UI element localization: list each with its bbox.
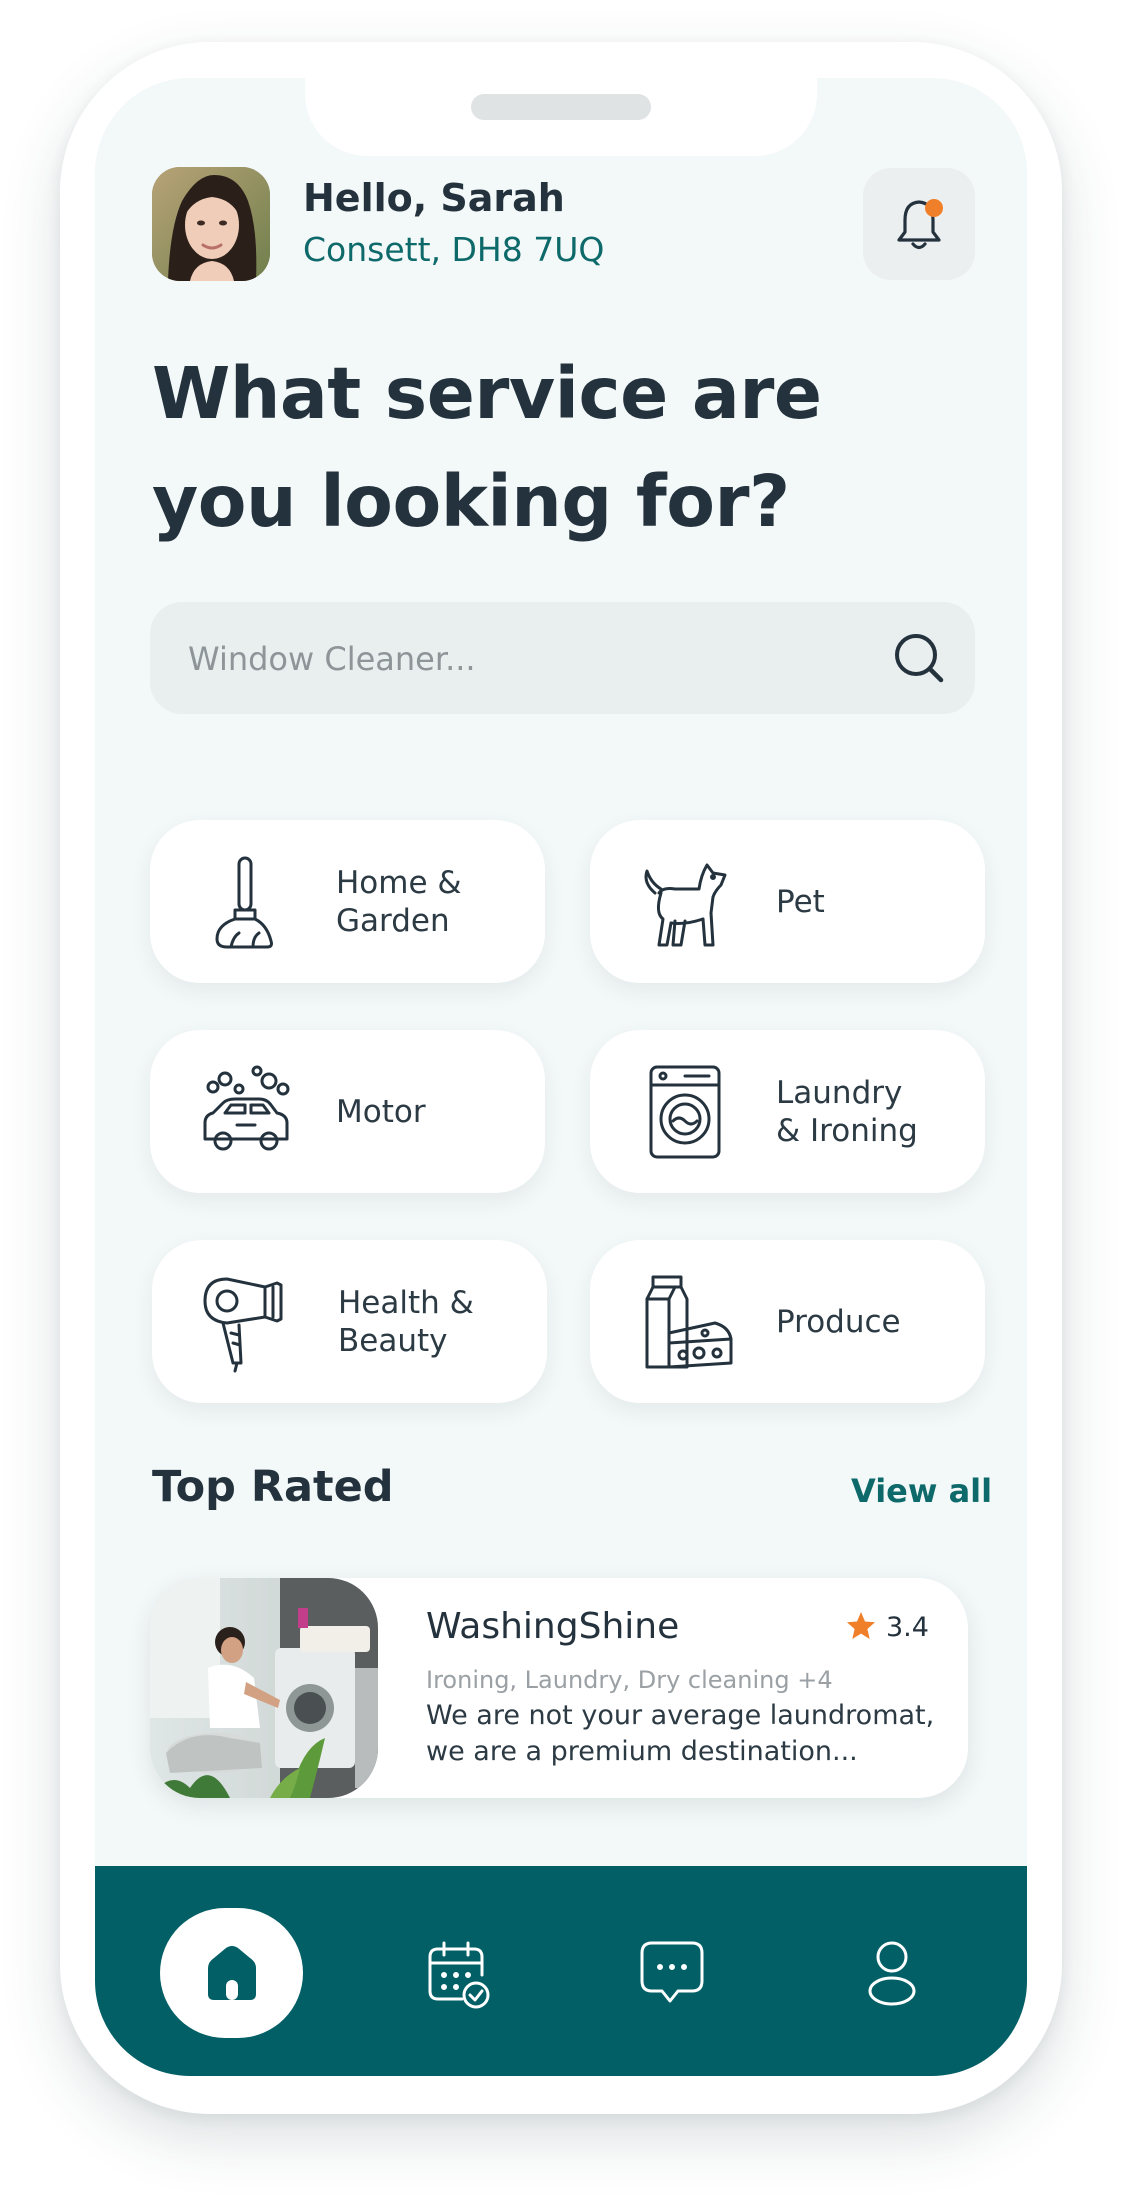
star-icon xyxy=(847,1612,875,1639)
category-produce[interactable]: Produce xyxy=(590,1240,985,1403)
nav-profile-button[interactable] xyxy=(856,1937,928,2009)
home-icon xyxy=(208,1946,256,2000)
rating-value: 3.4 xyxy=(886,1612,929,1643)
provider-name: WashingShine xyxy=(426,1606,680,1647)
category-label: Produce xyxy=(776,1303,901,1340)
provider-photo xyxy=(150,1578,378,1798)
top-rated-title: Top Rated xyxy=(152,1462,394,1512)
location-text[interactable]: Consett, DH8 7UQ xyxy=(303,230,604,269)
milk-cheese-icon xyxy=(645,1275,733,1369)
greeting-text: Hello, Sarah xyxy=(303,176,565,220)
profile-icon xyxy=(868,1941,916,2006)
category-label: Pet xyxy=(776,883,825,920)
category-motor[interactable]: Motor xyxy=(150,1030,545,1193)
dog-icon xyxy=(644,863,727,947)
washing-machine-icon xyxy=(649,1065,721,1159)
mop-icon xyxy=(215,856,273,949)
provider-tags: Ironing, Laundry, Dry cleaning +4 xyxy=(426,1666,833,1694)
nav-home-button[interactable] xyxy=(160,1908,303,2038)
search-input[interactable] xyxy=(186,632,870,686)
car-wash-icon xyxy=(203,1065,290,1151)
category-pet[interactable]: Pet xyxy=(590,820,985,983)
calendar-check-icon xyxy=(428,1941,490,2009)
category-label: Motor xyxy=(336,1093,426,1130)
category-laundry-ironing[interactable]: Laundry & Ironing xyxy=(590,1030,985,1193)
avatar[interactable] xyxy=(152,167,270,281)
view-all-link[interactable]: View all xyxy=(851,1472,992,1510)
search-bar[interactable] xyxy=(150,602,975,714)
phone-speaker xyxy=(471,94,651,120)
top-rated-card[interactable]: WashingShine 3.4 Ironing, Laundry, Dry c… xyxy=(150,1578,968,1798)
category-label: Laundry & Ironing xyxy=(776,1074,918,1149)
search-icon[interactable] xyxy=(891,630,947,686)
nav-bookings-button[interactable] xyxy=(422,1939,494,2011)
page-title: What service are you looking for? xyxy=(152,352,822,543)
notifications-button[interactable] xyxy=(863,168,975,280)
category-health-beauty[interactable]: Health & Beauty xyxy=(152,1240,547,1403)
category-home-garden[interactable]: Home & Garden xyxy=(150,820,545,983)
chat-icon xyxy=(640,1941,704,2003)
category-label: Home & Garden xyxy=(336,864,462,939)
provider-description: We are not your average laundromat, we a… xyxy=(426,1700,935,1767)
hair-dryer-icon xyxy=(203,1277,283,1373)
notification-dot xyxy=(925,199,943,217)
category-label: Health & Beauty xyxy=(338,1284,474,1359)
nav-messages-button[interactable] xyxy=(636,1937,708,2009)
